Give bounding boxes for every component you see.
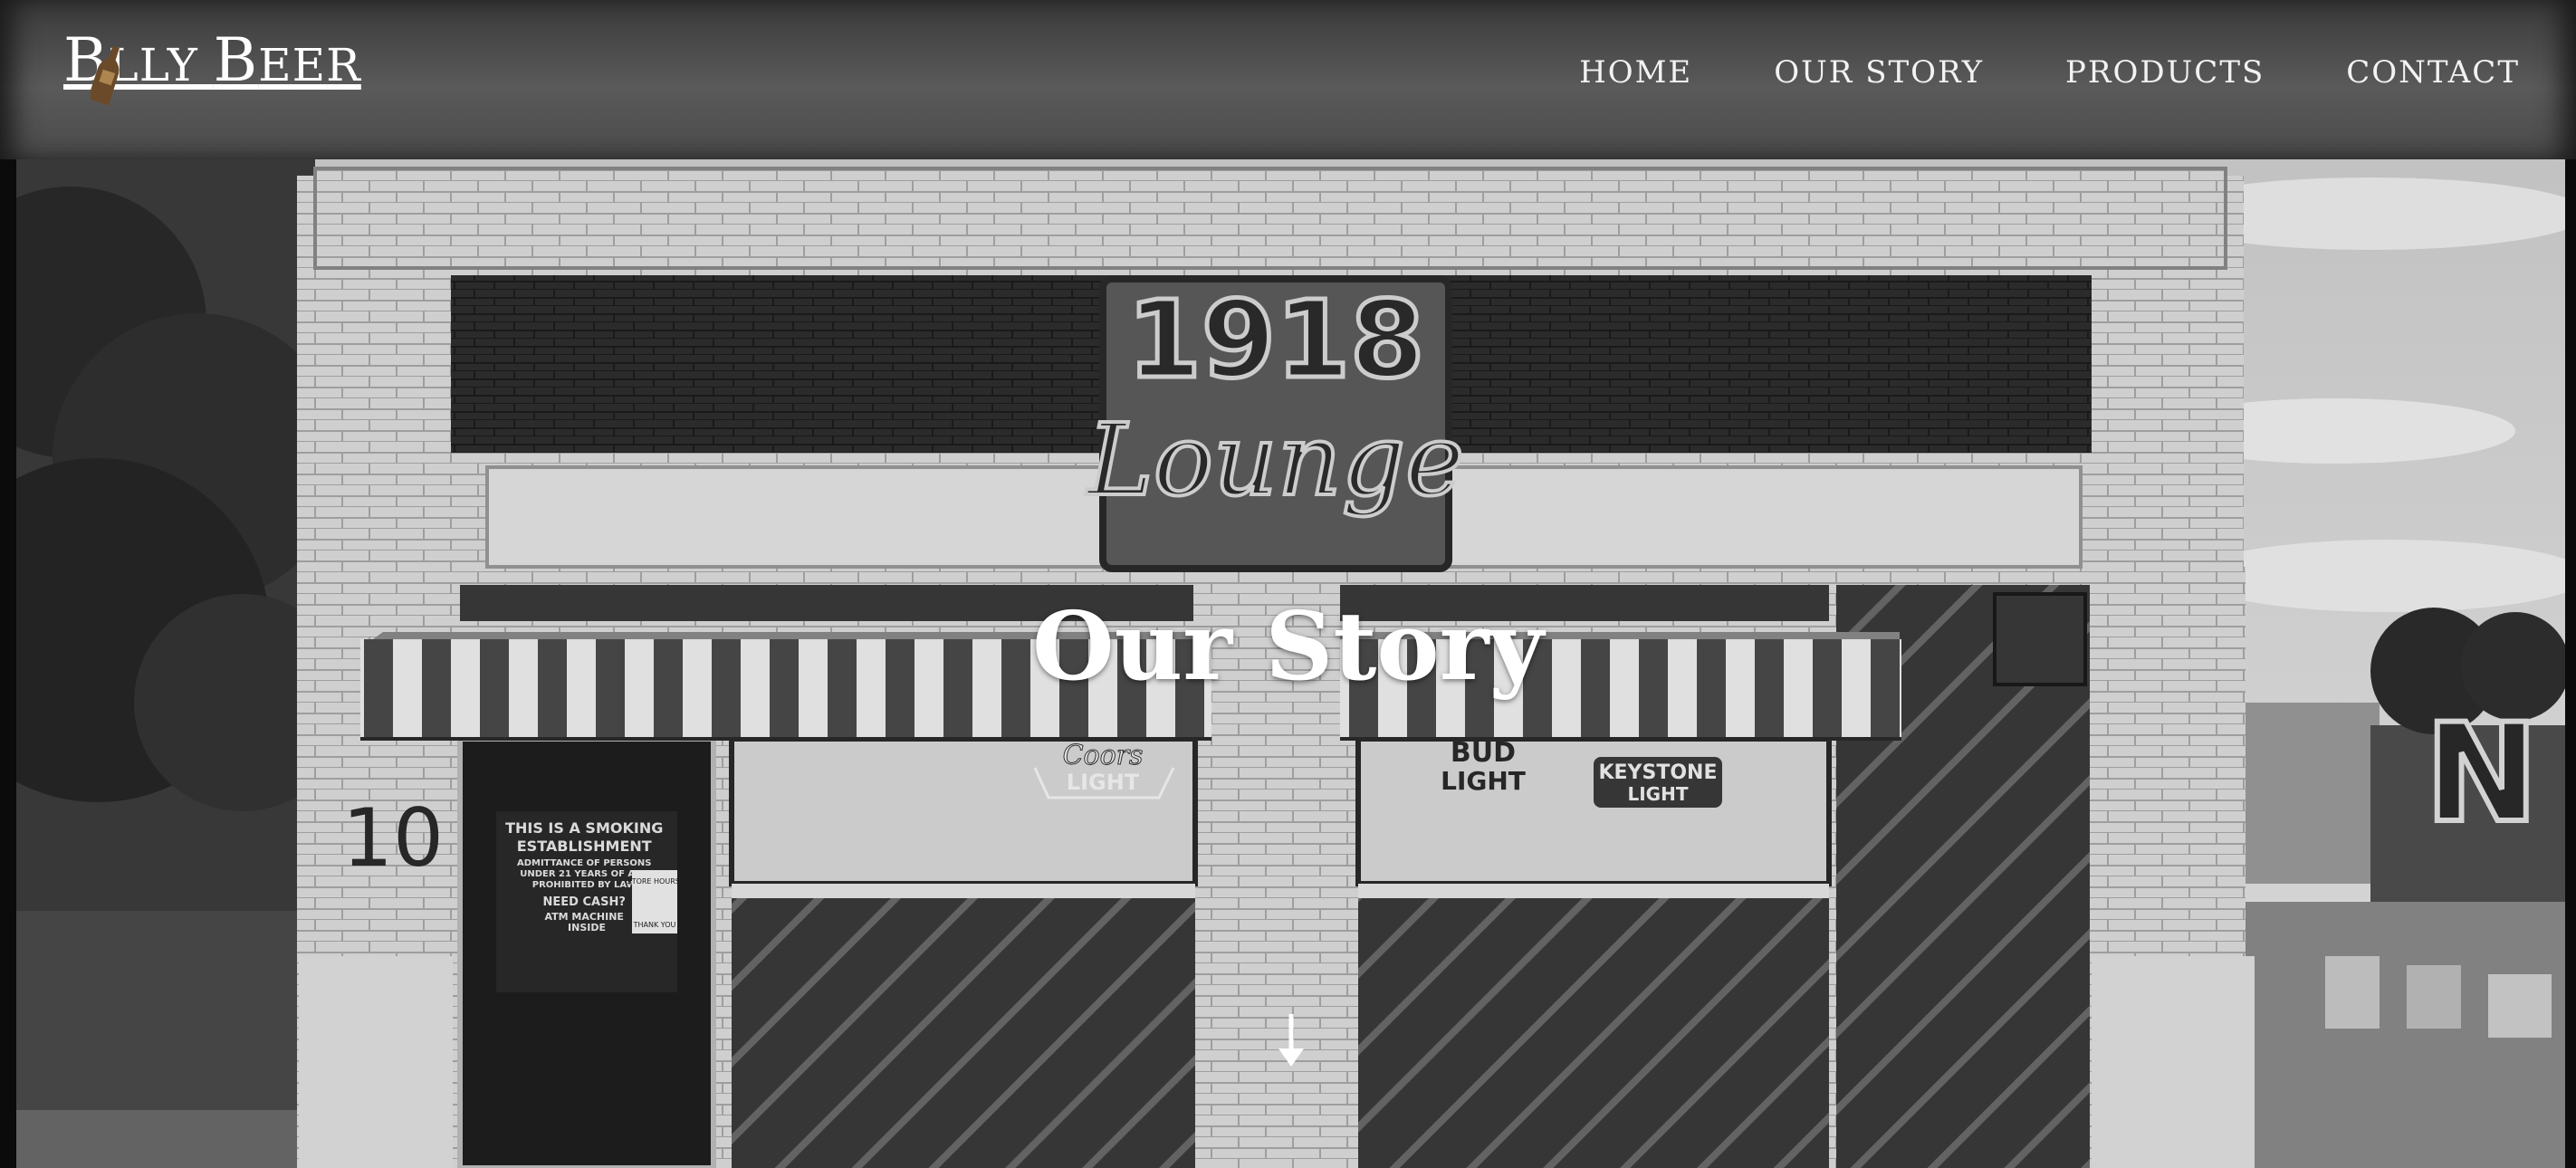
page-edge-right	[2565, 0, 2576, 1168]
brand-logo[interactable]: BLLY BEER	[63, 25, 361, 106]
arrow-down-icon[interactable]	[1273, 1012, 1309, 1070]
nav-contact[interactable]: CONTACT	[2346, 54, 2520, 91]
main-nav: HOME OUR STORY PRODUCTS CONTACT	[1579, 54, 2520, 91]
logo-text-part2: EER	[258, 39, 361, 91]
page-title: Our Story	[1032, 589, 1544, 702]
beer-bottle-icon	[91, 45, 120, 106]
nav-products[interactable]: PRODUCTS	[2065, 54, 2265, 91]
logo-text-part: LLY	[108, 39, 214, 91]
site-header: BLLY BEER HOME OUR STORY PRODUCTS CONTAC…	[0, 0, 2576, 159]
nav-home[interactable]: HOME	[1579, 54, 1692, 91]
logo-letter-b2: B	[213, 25, 259, 95]
nav-our-story[interactable]: OUR STORY	[1774, 54, 1984, 91]
page-edge-left	[0, 0, 16, 1168]
